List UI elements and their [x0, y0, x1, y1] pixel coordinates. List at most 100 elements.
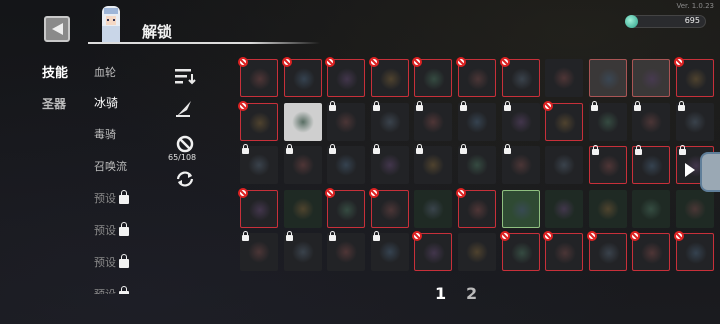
ban-icon[interactable]: [173, 134, 197, 154]
skill-slot[interactable]: [545, 146, 584, 185]
skill-icon: [510, 68, 533, 90]
skill-icon: [248, 154, 270, 177]
tab-relics[interactable]: 圣器: [42, 95, 66, 112]
skill-slot[interactable]: [545, 189, 584, 228]
subcategory-item[interactable]: 预设: [94, 189, 129, 206]
skill-icon: [291, 110, 314, 133]
skill-slot[interactable]: [368, 187, 409, 228]
title-underline: [88, 42, 320, 44]
skill-slot[interactable]: [588, 189, 627, 228]
skill-slot[interactable]: [545, 59, 584, 97]
skill-slot[interactable]: [501, 189, 540, 228]
skill-icon: [685, 68, 707, 90]
quill-icon[interactable]: [173, 98, 197, 118]
skill-slot[interactable]: [414, 100, 453, 141]
skill-slot[interactable]: [458, 233, 496, 272]
skill-slot[interactable]: [543, 231, 584, 272]
skill-slot[interactable]: [325, 57, 366, 97]
skill-slot[interactable]: [368, 57, 409, 97]
skill-slot[interactable]: [501, 144, 540, 185]
banned-icon: [543, 231, 554, 242]
skill-slot[interactable]: [283, 144, 322, 185]
skill-icon: [336, 198, 359, 221]
tab-skills[interactable]: 技能: [42, 62, 68, 81]
currency-value: 695: [684, 16, 700, 25]
skill-slot[interactable]: [499, 57, 540, 97]
skill-slot[interactable]: [456, 187, 496, 228]
skill-slot[interactable]: [414, 144, 453, 185]
subcategory-item[interactable]: 预设: [94, 253, 129, 270]
skill-slot[interactable]: [327, 144, 366, 185]
sort-icon[interactable]: [173, 66, 197, 86]
banned-icon: [412, 231, 423, 242]
skill-slot[interactable]: [543, 100, 584, 141]
lock-icon: [503, 100, 511, 111]
skill-slot[interactable]: [588, 100, 627, 141]
skill-slot[interactable]: [327, 100, 366, 141]
lock-icon: [242, 231, 249, 242]
subcategory-item[interactable]: 预设: [94, 286, 129, 294]
skill-slot[interactable]: [238, 187, 278, 228]
banned-icon: [456, 187, 466, 198]
currency-display: 695: [625, 15, 706, 28]
skill-slot[interactable]: [632, 100, 671, 141]
skill-slot[interactable]: [240, 144, 278, 185]
skill-slot[interactable]: [588, 59, 627, 97]
skill-icon: [684, 197, 706, 220]
skill-slot[interactable]: [283, 189, 322, 228]
skill-slot[interactable]: [632, 59, 671, 97]
skill-slot[interactable]: [632, 145, 671, 185]
page-2[interactable]: 2: [466, 284, 477, 303]
side-panel-icon[interactable]: [700, 152, 720, 192]
skill-slot[interactable]: [588, 145, 627, 185]
skill-icon: [554, 111, 577, 134]
lock-icon: [635, 145, 643, 156]
skill-icon: [422, 197, 445, 220]
subcategory-item[interactable]: 冰骑: [94, 94, 118, 111]
skill-slot[interactable]: [499, 231, 540, 272]
refresh-icon[interactable]: [173, 169, 197, 189]
skill-icon: [249, 198, 271, 221]
skill-slot[interactable]: [327, 231, 366, 272]
skill-slot[interactable]: [674, 231, 714, 272]
skill-slot[interactable]: [370, 144, 409, 185]
subcategory-item[interactable]: 预设: [94, 221, 129, 238]
banned-icon: [674, 231, 684, 242]
skill-slot[interactable]: [281, 57, 322, 97]
skill-slot[interactable]: [370, 231, 409, 272]
skill-icon: [291, 197, 314, 220]
back-button[interactable]: [44, 16, 70, 42]
skill-slot[interactable]: [283, 231, 322, 272]
skill-slot[interactable]: [458, 144, 496, 185]
subcategory-item[interactable]: 血轮: [94, 64, 116, 80]
skill-slot[interactable]: [412, 231, 453, 272]
page-1[interactable]: 1: [435, 284, 446, 303]
next-arrow-icon[interactable]: [685, 163, 695, 177]
lock-icon: [119, 286, 129, 294]
banned-icon: [499, 57, 510, 67]
skill-icon: [249, 111, 271, 134]
skill-slot[interactable]: [325, 187, 366, 228]
skill-slot[interactable]: [240, 231, 278, 272]
skill-slot[interactable]: [630, 231, 671, 272]
skill-slot[interactable]: [370, 100, 409, 141]
skill-slot[interactable]: [412, 57, 453, 97]
skill-slot[interactable]: [283, 102, 322, 141]
subcategory-item[interactable]: 召唤流: [94, 158, 127, 174]
lock-icon: [329, 231, 337, 242]
skill-icon: [597, 242, 620, 265]
skill-slot[interactable]: [501, 100, 540, 141]
character-avatar: [102, 6, 120, 44]
skill-slot[interactable]: [238, 100, 278, 141]
skill-slot[interactable]: [456, 57, 496, 97]
subcategory-item[interactable]: 毒骑: [94, 126, 116, 142]
skill-slot[interactable]: [586, 231, 627, 272]
skill-slot[interactable]: [676, 100, 714, 141]
skill-slot[interactable]: [414, 189, 453, 228]
skill-slot[interactable]: [238, 57, 278, 97]
skill-slot[interactable]: [458, 100, 496, 141]
skill-slot[interactable]: [632, 189, 671, 228]
skill-icon: [684, 110, 706, 133]
skill-slot[interactable]: [674, 57, 714, 97]
skill-slot[interactable]: [676, 189, 714, 228]
